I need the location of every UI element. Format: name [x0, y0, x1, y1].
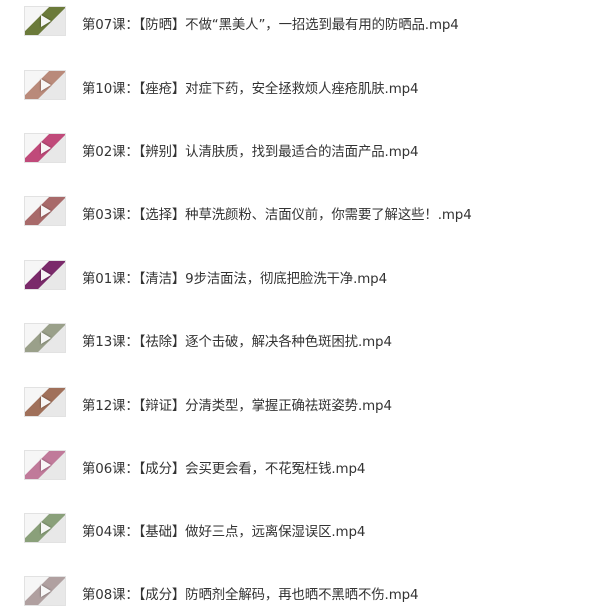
- video-thumbnail-icon: [24, 323, 66, 353]
- file-name: 第10课：【痤疮】对症下药，安全拯救烦人痤疮肌肤.mp4: [82, 82, 419, 97]
- play-icon: [41, 142, 51, 154]
- video-thumbnail-icon: [24, 576, 66, 606]
- video-thumbnail-icon: [24, 6, 66, 36]
- file-row[interactable]: 第07课：【防晒】不做“黑美人”，一招选到最有用的防晒品.mp4: [0, 0, 608, 44]
- video-thumbnail-icon: [24, 196, 66, 226]
- file-row[interactable]: 第10课：【痤疮】对症下药，安全拯救烦人痤疮肌肤.mp4: [0, 64, 608, 108]
- video-thumbnail-icon: [24, 70, 66, 100]
- video-thumbnail-icon: [24, 513, 66, 543]
- file-row[interactable]: 第06课：【成分】会买更会看，不花冤枉钱.mp4: [0, 444, 608, 488]
- play-icon: [41, 522, 51, 534]
- play-icon: [41, 269, 51, 281]
- file-row[interactable]: 第04课：【基础】做好三点，远离保湿误区.mp4: [0, 507, 608, 551]
- file-row[interactable]: 第12课：【辩证】分清类型，掌握正确祛斑姿势.mp4: [0, 381, 608, 425]
- file-name: 第04课：【基础】做好三点，远离保湿误区.mp4: [82, 525, 366, 540]
- play-icon: [41, 332, 51, 344]
- file-name: 第03课：【选择】种草洗颜粉、洁面仪前，你需要了解这些！.mp4: [82, 208, 472, 223]
- play-icon: [41, 396, 51, 408]
- file-row[interactable]: 第03课：【选择】种草洗颜粉、洁面仪前，你需要了解这些！.mp4: [0, 190, 608, 234]
- file-row[interactable]: 第02课：【辨别】认清肤质，找到最适合的洁面产品.mp4: [0, 127, 608, 171]
- file-name: 第07课：【防晒】不做“黑美人”，一招选到最有用的防晒品.mp4: [82, 18, 459, 33]
- file-name: 第13课：【祛除】逐个击破，解决各种色斑困扰.mp4: [82, 335, 392, 350]
- video-thumbnail-icon: [24, 260, 66, 290]
- file-name: 第01课：【清洁】9步洁面法，彻底把脸洗干净.mp4: [82, 272, 387, 287]
- play-icon: [41, 15, 51, 27]
- play-icon: [41, 205, 51, 217]
- file-name: 第02课：【辨别】认清肤质，找到最适合的洁面产品.mp4: [82, 145, 419, 160]
- play-icon: [41, 585, 51, 597]
- file-row[interactable]: 第01课：【清洁】9步洁面法，彻底把脸洗干净.mp4: [0, 254, 608, 298]
- video-thumbnail-icon: [24, 133, 66, 163]
- file-list: 第07课：【防晒】不做“黑美人”，一招选到最有用的防晒品.mp4 第10课：【痤疮…: [0, 0, 608, 612]
- video-thumbnail-icon: [24, 450, 66, 480]
- file-name: 第06课：【成分】会买更会看，不花冤枉钱.mp4: [82, 462, 366, 477]
- video-thumbnail-icon: [24, 387, 66, 417]
- file-row[interactable]: 第08课：【成分】防晒剂全解码，再也晒不黑晒不伤.mp4: [0, 570, 608, 614]
- play-icon: [41, 459, 51, 471]
- play-icon: [41, 79, 51, 91]
- file-row[interactable]: 第13课：【祛除】逐个击破，解决各种色斑困扰.mp4: [0, 317, 608, 361]
- file-name: 第08课：【成分】防晒剂全解码，再也晒不黑晒不伤.mp4: [82, 588, 419, 603]
- file-name: 第12课：【辩证】分清类型，掌握正确祛斑姿势.mp4: [82, 399, 392, 414]
